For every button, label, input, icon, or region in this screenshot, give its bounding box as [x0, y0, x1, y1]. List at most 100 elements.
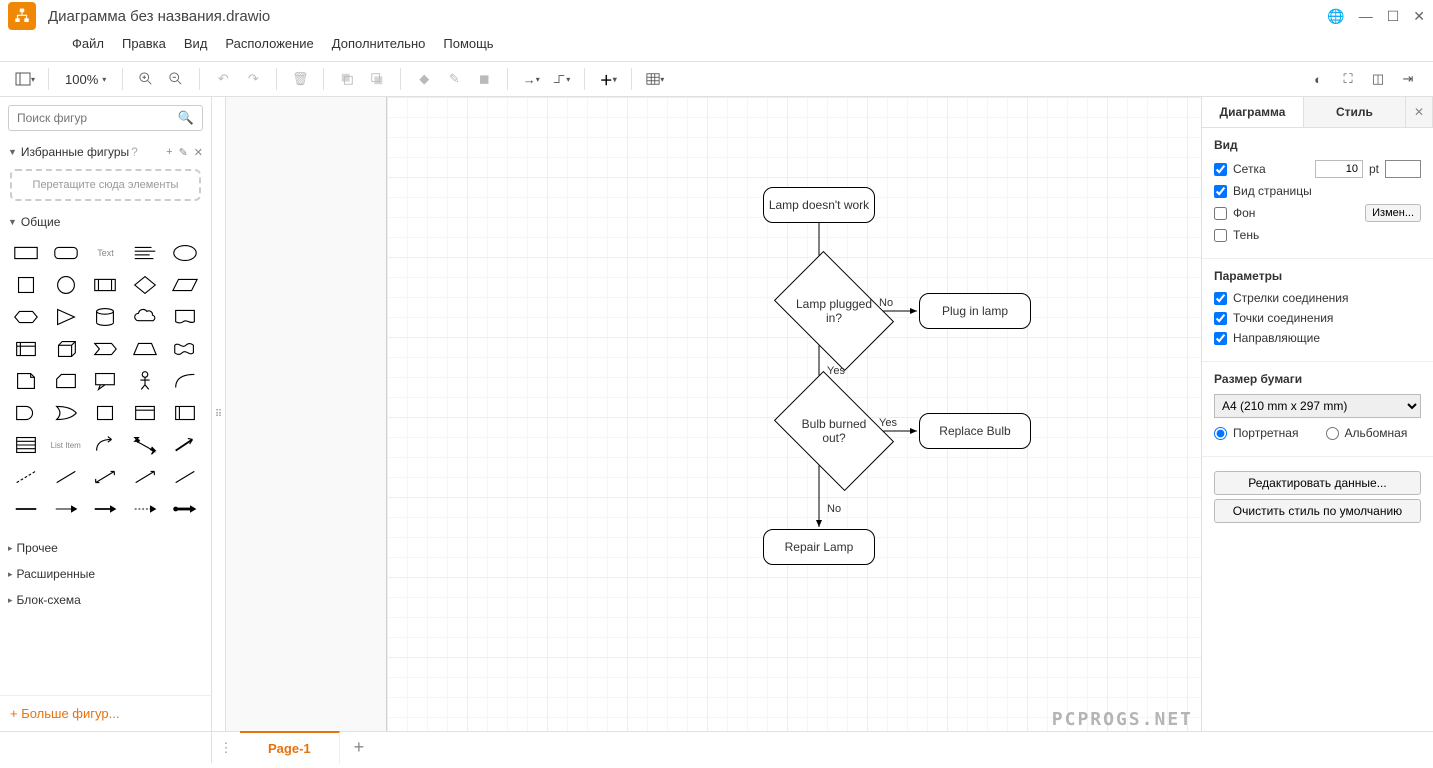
- page-area[interactable]: Lamp doesn't work Lamp plugged in? No Ye…: [386, 97, 1201, 731]
- shape-or[interactable]: [48, 399, 84, 427]
- flowchart-header[interactable]: ▸Блок-схема: [0, 587, 211, 613]
- add-page-icon[interactable]: +: [340, 737, 379, 758]
- shape-conn2[interactable]: [48, 495, 84, 523]
- search-input[interactable]: [17, 111, 178, 125]
- close-fav-icon[interactable]: ✕: [194, 146, 203, 159]
- zoom-select[interactable]: 100%▾: [59, 72, 112, 87]
- collapse-icon[interactable]: ⇥: [1395, 66, 1421, 92]
- grid-size-input[interactable]: [1315, 160, 1363, 178]
- clear-style-button[interactable]: Очистить стиль по умолчанию: [1214, 499, 1421, 523]
- view-mode-icon[interactable]: ▾: [12, 66, 38, 92]
- search-shapes[interactable]: 🔍: [8, 105, 203, 131]
- line-color-icon[interactable]: ✎: [441, 66, 467, 92]
- conn-arrows-checkbox[interactable]: [1214, 292, 1227, 305]
- edit-icon[interactable]: ✎: [179, 146, 188, 159]
- guides-checkbox[interactable]: [1214, 332, 1227, 345]
- shape-ellipse[interactable]: [167, 239, 203, 267]
- minimize-icon[interactable]: —: [1359, 8, 1373, 25]
- misc-header[interactable]: ▸Прочее: [0, 535, 211, 561]
- shape-cylinder[interactable]: [88, 303, 124, 331]
- menu-file[interactable]: Файл: [72, 36, 104, 51]
- fill-icon[interactable]: ◆: [411, 66, 437, 92]
- shape-link[interactable]: [167, 463, 203, 491]
- paper-size-select[interactable]: A4 (210 mm x 297 mm): [1214, 394, 1421, 418]
- node-start[interactable]: Lamp doesn't work: [763, 187, 875, 223]
- waypoint-icon[interactable]: ▾: [548, 66, 574, 92]
- advanced-header[interactable]: ▸Расширенные: [0, 561, 211, 587]
- more-shapes-button[interactable]: + Больше фигур...: [0, 695, 211, 731]
- to-back-icon[interactable]: [364, 66, 390, 92]
- to-front-icon[interactable]: [334, 66, 360, 92]
- connection-icon[interactable]: →▾: [518, 66, 544, 92]
- shape-note[interactable]: [8, 367, 44, 395]
- conn-points-checkbox[interactable]: [1214, 312, 1227, 325]
- shadow-checkbox[interactable]: [1214, 229, 1227, 242]
- shape-datastore[interactable]: [88, 399, 124, 427]
- redo-icon[interactable]: ↷: [240, 66, 266, 92]
- shape-bidir-thin[interactable]: [88, 463, 124, 491]
- shape-cube[interactable]: [48, 335, 84, 363]
- node-action-2[interactable]: Replace Bulb: [919, 413, 1031, 449]
- canvas[interactable]: Lamp doesn't work Lamp plugged in? No Ye…: [226, 97, 1201, 731]
- maximize-icon[interactable]: ☐: [1387, 8, 1400, 25]
- shape-arc-arrow[interactable]: [88, 431, 124, 459]
- node-decision-2[interactable]: Bulb burned out?: [774, 371, 894, 491]
- shape-square[interactable]: [8, 271, 44, 299]
- shape-internal-storage[interactable]: [8, 335, 44, 363]
- shape-dashed-line[interactable]: [8, 463, 44, 491]
- scratchpad[interactable]: Перетащите сюда элементы: [10, 169, 201, 201]
- shape-rect[interactable]: [8, 239, 44, 267]
- shape-document[interactable]: [167, 303, 203, 331]
- zoom-in-icon[interactable]: [133, 66, 159, 92]
- search-icon[interactable]: 🔍: [178, 110, 194, 126]
- shape-conn3[interactable]: [88, 495, 124, 523]
- shape-process[interactable]: [88, 271, 124, 299]
- menu-extras[interactable]: Дополнительно: [332, 36, 426, 51]
- shape-trapezoid[interactable]: [127, 335, 163, 363]
- shape-line[interactable]: [48, 463, 84, 491]
- shape-text[interactable]: Text: [88, 239, 124, 267]
- shape-callout[interactable]: [88, 367, 124, 395]
- favorites-help[interactable]: ?: [131, 145, 138, 159]
- favorites-header[interactable]: ▼Избранные фигуры ? +✎✕: [0, 139, 211, 165]
- shape-triangle[interactable]: [48, 303, 84, 331]
- pageview-checkbox[interactable]: [1214, 185, 1227, 198]
- fullscreen-icon[interactable]: ⛶: [1335, 66, 1361, 92]
- shape-conn1[interactable]: [8, 495, 44, 523]
- sidebar-collapse[interactable]: ⠿: [212, 97, 226, 731]
- node-end[interactable]: Repair Lamp: [763, 529, 875, 565]
- menu-view[interactable]: Вид: [184, 36, 208, 51]
- node-decision-1[interactable]: Lamp plugged in?: [774, 251, 894, 371]
- shape-and[interactable]: [8, 399, 44, 427]
- shape-arrow[interactable]: [167, 431, 203, 459]
- grid-color-swatch[interactable]: [1385, 160, 1421, 178]
- shape-parallelogram[interactable]: [167, 271, 203, 299]
- page-tab-1[interactable]: Page-1: [240, 731, 340, 764]
- general-header[interactable]: ▼Общие: [0, 209, 211, 235]
- portrait-radio[interactable]: [1214, 427, 1227, 440]
- pages-menu-icon[interactable]: ⋮: [212, 740, 240, 756]
- shape-dir-thin[interactable]: [127, 463, 163, 491]
- shape-card[interactable]: [48, 367, 84, 395]
- menu-help[interactable]: Помощь: [443, 36, 493, 51]
- shape-actor[interactable]: [127, 367, 163, 395]
- zoom-out-icon[interactable]: [163, 66, 189, 92]
- tab-style[interactable]: Стиль: [1304, 97, 1406, 127]
- shape-container[interactable]: [127, 399, 163, 427]
- shape-tape[interactable]: [167, 335, 203, 363]
- add-icon[interactable]: +: [166, 146, 172, 159]
- shape-conn4[interactable]: [127, 495, 163, 523]
- format-panel-icon[interactable]: ◫: [1365, 66, 1391, 92]
- shape-rounded-rect[interactable]: [48, 239, 84, 267]
- undo-icon[interactable]: ↶: [210, 66, 236, 92]
- background-checkbox[interactable]: [1214, 207, 1227, 220]
- shape-listitem[interactable]: List Item: [48, 431, 84, 459]
- edit-data-button[interactable]: Редактировать данные...: [1214, 471, 1421, 495]
- shape-circle[interactable]: [48, 271, 84, 299]
- menu-edit[interactable]: Правка: [122, 36, 166, 51]
- menu-arrange[interactable]: Расположение: [225, 36, 313, 51]
- grid-checkbox[interactable]: [1214, 163, 1227, 176]
- shape-step[interactable]: [88, 335, 124, 363]
- delete-icon[interactable]: 🗑: [287, 66, 313, 92]
- shape-list[interactable]: [8, 431, 44, 459]
